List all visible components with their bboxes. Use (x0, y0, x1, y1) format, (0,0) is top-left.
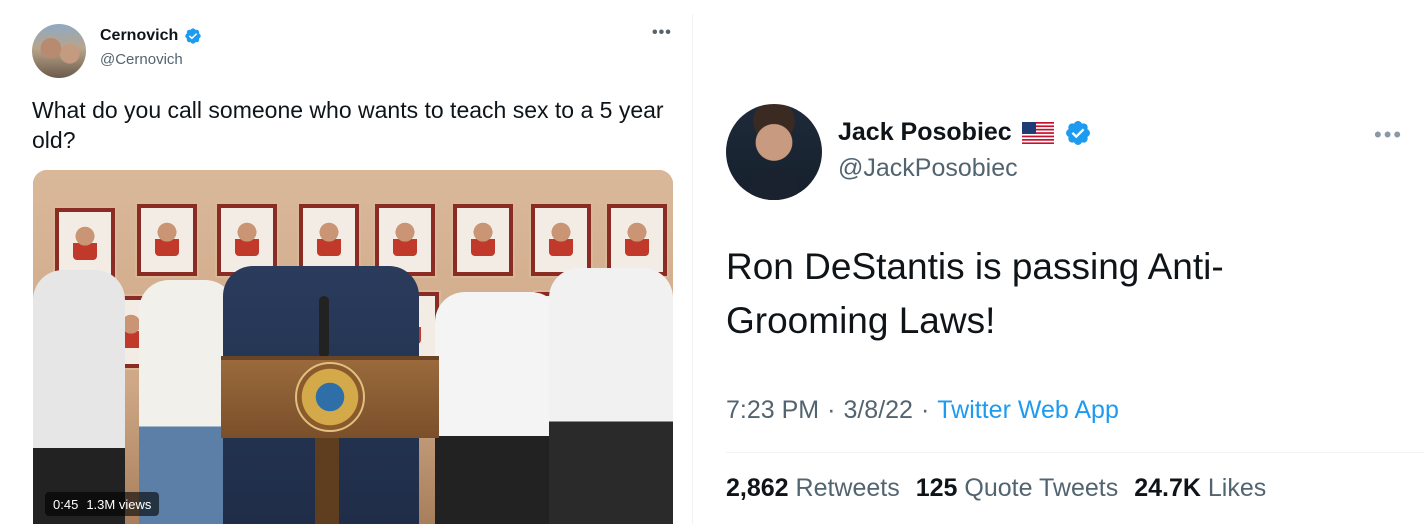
retweets-count: 2,862 (726, 474, 789, 502)
author-name[interactable]: Cernovich (100, 27, 178, 45)
author-name[interactable]: Jack Posobiec (838, 118, 1012, 147)
divider (692, 14, 693, 524)
tweet-text: What do you call someone who wants to te… (32, 97, 664, 153)
video-player[interactable]: 0:45 1.3M views (33, 170, 673, 524)
video-info-badge: 0:45 1.3M views (45, 492, 160, 516)
author-handle[interactable]: @JackPosobiec (838, 154, 1018, 183)
tweet-source-link[interactable]: Twitter Web App (937, 396, 1119, 425)
retweets-label: Retweets (795, 474, 900, 502)
more-options-icon[interactable]: ••• (1374, 122, 1403, 148)
more-options-icon[interactable]: ••• (652, 24, 672, 42)
likes-stat[interactable]: 24.7K Likes (1134, 474, 1266, 503)
tweet-date[interactable]: 3/8/22 (843, 396, 913, 425)
likes-count: 24.7K (1134, 474, 1201, 502)
avatar[interactable] (32, 24, 86, 78)
meta-separator: · (920, 396, 930, 424)
quote-tweets-label: Quote Tweets (964, 474, 1119, 502)
florida-seal-icon (295, 362, 365, 432)
us-flag-icon (1021, 121, 1054, 144)
avatar[interactable] (726, 104, 822, 200)
quote-tweets-stat[interactable]: 125 Quote Tweets (916, 474, 1118, 503)
tweet-text: Ron DeStantis is passing Anti-Grooming L… (726, 246, 1224, 341)
quote-tweets-count: 125 (915, 474, 958, 502)
likes-label: Likes (1207, 474, 1267, 502)
embedded-tweet-cernovich: Cernovich @Cernovich ••• What do you cal… (0, 0, 694, 524)
author-row: Jack Posobiec (838, 118, 1092, 147)
tweet-stats: 2,862 Retweets 125 Quote Tweets 24.7K Li… (726, 474, 1266, 503)
verified-badge-icon (1065, 120, 1090, 145)
author-row: Cernovich (100, 27, 202, 45)
tweet-meta: 7:23 PM · 3/8/22 · Twitter Web App (726, 396, 1119, 425)
video-views: 1.3M views (86, 496, 152, 512)
video-duration: 0:45 (53, 496, 79, 512)
author-handle[interactable]: @Cernovich (100, 51, 183, 68)
retweets-stat[interactable]: 2,862 Retweets (726, 474, 900, 503)
video-thumbnail (33, 170, 673, 524)
tweet-time[interactable]: 7:23 PM (726, 396, 819, 425)
verified-badge-icon (185, 28, 201, 44)
meta-separator: · (827, 396, 836, 424)
divider (726, 452, 1424, 453)
